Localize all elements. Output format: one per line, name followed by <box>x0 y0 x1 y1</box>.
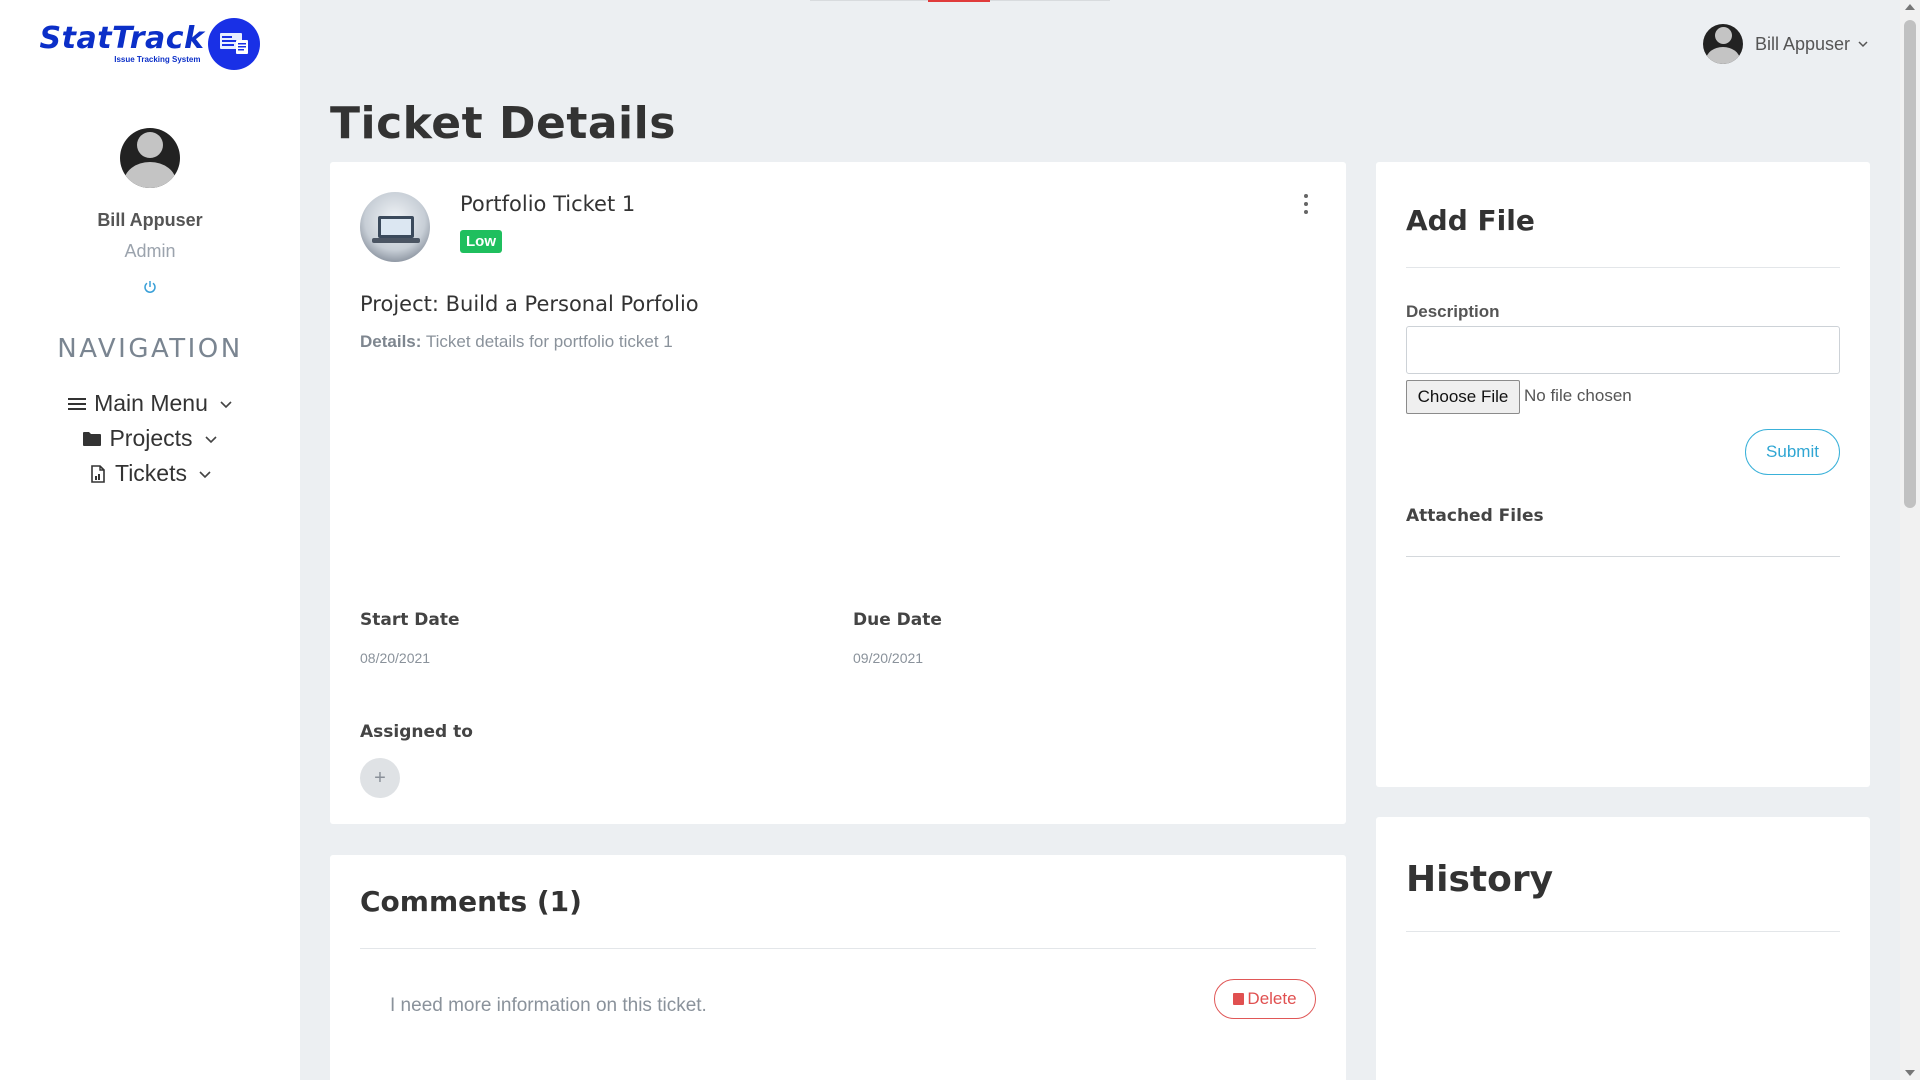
start-date-value: 08/20/2021 <box>360 650 431 666</box>
add-assignee-button[interactable]: + <box>360 758 400 798</box>
brand-name: StatTrack <box>39 21 205 56</box>
chevron-down-icon <box>220 396 232 412</box>
scroll-thumb[interactable] <box>1904 20 1916 508</box>
assigned-label: Assigned to <box>360 722 473 742</box>
start-date-label: Start Date <box>360 610 460 630</box>
due-date-label: Due Date <box>853 610 942 630</box>
sidebar-avatar <box>120 128 180 188</box>
sidebar-user-name: Bill Appuser <box>97 210 203 230</box>
sidebar-item-tickets[interactable]: Tickets <box>89 456 211 491</box>
delete-label: Delete <box>1247 989 1297 1008</box>
choose-file-button[interactable]: Choose File <box>1406 380 1520 414</box>
chevron-down-icon <box>204 431 217 447</box>
menu-icon <box>68 395 87 413</box>
top-progress-indicator <box>928 0 990 2</box>
sidebar: StatTrack Issue Tracking System Bill App… <box>0 0 300 1080</box>
logo-badge-icon <box>208 18 261 70</box>
priority-badge: Low <box>460 230 502 253</box>
page-scrollbar[interactable] <box>1900 0 1920 1080</box>
page-title: Ticket Details <box>330 98 676 149</box>
history-card: History <box>1376 817 1870 1080</box>
submit-button[interactable]: Submit <box>1745 429 1840 475</box>
sidebar-item-label: Projects <box>109 425 193 451</box>
comment-text: I need more information on this ticket. <box>390 995 707 1016</box>
nav-title: NAVIGATION <box>57 334 243 364</box>
document-icon <box>89 464 107 483</box>
due-date-value: 09/20/2021 <box>853 650 924 666</box>
brand-tagline: Issue Tracking System <box>114 55 201 64</box>
ticket-card: Portfolio Ticket 1 Low Project: Build a … <box>330 162 1346 824</box>
nav-list: Main Menu Projects Tickets <box>68 386 232 491</box>
divider <box>1406 267 1840 268</box>
scroll-down-icon[interactable] <box>1905 1070 1915 1076</box>
ticket-name: Portfolio Ticket 1 <box>460 192 636 216</box>
folder-icon <box>83 430 102 448</box>
sidebar-item-label: Tickets <box>115 460 187 486</box>
add-file-card: Add File Description Choose File No file… <box>1376 162 1870 787</box>
details-label: Details: <box>360 332 422 351</box>
history-title: History <box>1406 859 1554 900</box>
brand-logo[interactable]: StatTrack Issue Tracking System <box>40 18 261 70</box>
comments-card: Comments (1) I need more information on … <box>330 855 1346 1080</box>
sidebar-user-role: Admin <box>124 241 176 261</box>
header-user-name: Bill Appuser <box>1754 33 1850 54</box>
description-label: Description <box>1406 302 1500 321</box>
avatar <box>1702 24 1743 64</box>
divider <box>360 948 1316 949</box>
no-file-text: No file chosen <box>1524 386 1632 405</box>
ticket-details: Details: Ticket details for portfolio ti… <box>360 332 673 352</box>
trash-icon <box>1233 993 1245 1005</box>
description-input[interactable] <box>1406 326 1840 374</box>
user-menu[interactable]: Bill Appuser <box>1702 24 1868 64</box>
comments-title: Comments (1) <box>360 885 582 918</box>
add-file-title: Add File <box>1406 204 1535 237</box>
power-icon[interactable] <box>143 280 157 298</box>
sidebar-item-main-menu[interactable]: Main Menu <box>68 386 232 421</box>
details-text: Ticket details for portfolio ticket 1 <box>425 332 673 351</box>
delete-comment-button[interactable]: Delete <box>1214 979 1316 1019</box>
divider <box>1406 931 1840 932</box>
ticket-thumbnail <box>360 192 430 262</box>
sidebar-item-projects[interactable]: Projects <box>83 421 217 456</box>
more-options-icon[interactable] <box>1304 192 1308 216</box>
attached-files-title: Attached Files <box>1406 506 1544 526</box>
divider <box>1406 556 1840 557</box>
sidebar-item-label: Main Menu <box>94 390 208 416</box>
chevron-down-icon <box>199 466 211 482</box>
ticket-project: Project: Build a Personal Porfolio <box>360 292 699 316</box>
chevron-down-icon <box>1858 37 1868 51</box>
scroll-up-icon[interactable] <box>1905 4 1915 10</box>
